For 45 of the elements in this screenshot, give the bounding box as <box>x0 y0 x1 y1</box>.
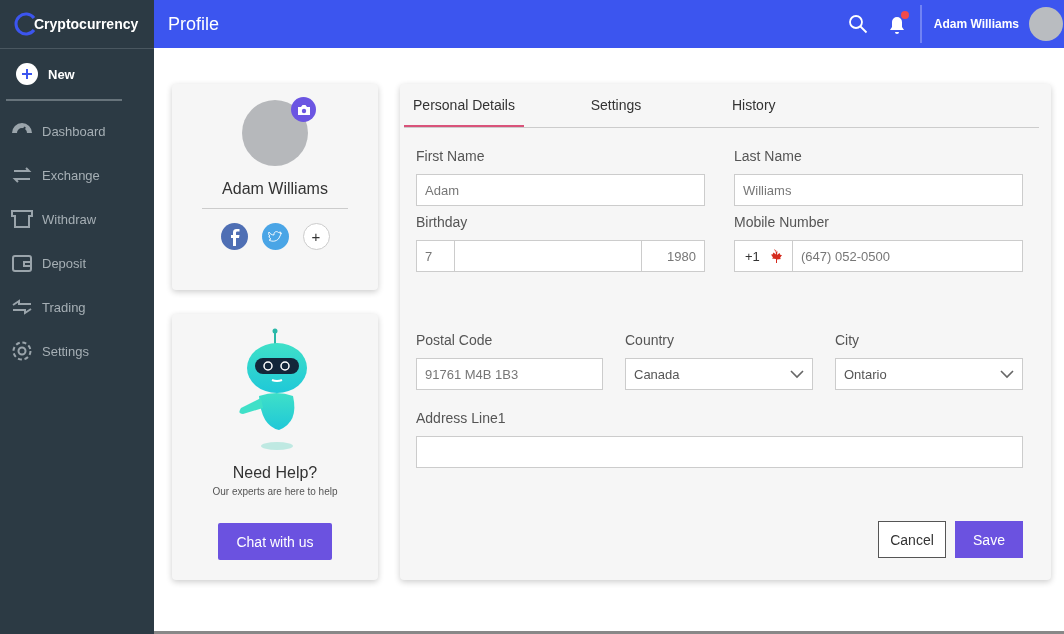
atm-icon[interactable] <box>10 207 34 231</box>
sidebar-item[interactable]: Settings <box>42 343 89 359</box>
sidebar-item[interactable]: Trading <box>42 299 86 315</box>
facebook-icon[interactable] <box>220 223 248 250</box>
brand-name: Cryptocurrency <box>34 16 139 32</box>
city-dropdown[interactable]: Ontario <box>835 358 1023 390</box>
new-button[interactable]: New <box>16 63 75 85</box>
tab[interactable]: Personal Details <box>404 84 524 127</box>
sidebar-item[interactable]: Deposit <box>42 255 87 271</box>
field-label: City <box>835 332 861 348</box>
tab[interactable]: History <box>708 84 804 127</box>
user-name[interactable]: Adam Williams <box>933 17 1019 31</box>
profile-name: Adam Williams <box>222 180 328 198</box>
page-title: Profile <box>168 13 221 35</box>
field-label: Birthday <box>416 214 469 230</box>
caret-icon <box>1000 369 1014 379</box>
field-label: Mobile Number <box>734 214 830 230</box>
camera-icon[interactable] <box>296 103 311 116</box>
field-label: Postal Code <box>416 332 494 348</box>
save-button[interactable]: Save <box>955 521 1023 558</box>
caret-icon <box>790 369 804 379</box>
cancel-button[interactable]: Cancel <box>878 521 946 558</box>
sidebar-item[interactable]: Dashboard <box>42 123 106 139</box>
postal-code-field[interactable]: 91761 M4B 1B3 <box>416 358 603 390</box>
country-dropdown[interactable]: Canada <box>625 358 813 390</box>
help-title: Need Help? <box>232 464 318 482</box>
field-label: First Name <box>416 148 486 164</box>
field-label: Country <box>625 332 676 348</box>
camera-button[interactable] <box>291 97 316 122</box>
settings-icon[interactable] <box>10 339 34 363</box>
plus-icon[interactable] <box>16 63 38 85</box>
last-name-field[interactable]: Williams <box>734 174 1023 206</box>
avatar-placeholder[interactable] <box>1029 7 1063 41</box>
help-subtitle: Our experts are here to help <box>212 486 338 497</box>
field-label: Address Line1 <box>416 410 507 426</box>
chat-button[interactable]: Chat with us <box>218 523 332 560</box>
bird-icon[interactable] <box>261 223 289 250</box>
add-social-button[interactable]: + <box>302 223 330 250</box>
field-label: Last Name <box>734 148 803 164</box>
sidebar-item[interactable]: Withdraw <box>42 211 97 227</box>
first-name-field[interactable]: Adam <box>416 174 705 206</box>
address-field[interactable] <box>416 436 1023 468</box>
search-icon[interactable] <box>847 14 868 34</box>
tab[interactable]: Settings <box>524 84 708 127</box>
sidebar-item[interactable]: Exchange <box>42 167 100 183</box>
